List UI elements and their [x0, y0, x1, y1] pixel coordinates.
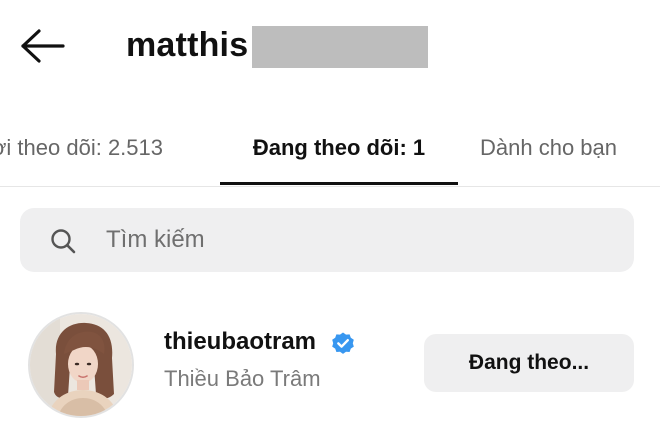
follow-tabs: ời theo dõi: 2.513 Đang theo dõi: 1 Dành… [0, 112, 660, 187]
avatar[interactable] [28, 312, 134, 418]
list-item[interactable]: thieubaotram Thiều Bảo Trâm Đang theo... [0, 300, 660, 443]
following-button[interactable]: Đang theo... [424, 334, 634, 392]
tab-following[interactable]: Đang theo dõi: 1 [220, 112, 458, 184]
verified-badge-icon [332, 332, 354, 354]
tab-followers[interactable]: ời theo dõi: 2.513 [0, 112, 163, 184]
user-full-name: Thiều Bảo Trâm [164, 366, 321, 391]
arrow-left-icon [21, 29, 65, 63]
search-input[interactable] [106, 218, 606, 262]
redacted-username-block [252, 26, 428, 68]
active-tab-indicator [220, 182, 458, 185]
user-handle[interactable]: thieubaotram [164, 328, 316, 356]
back-button[interactable] [18, 26, 66, 66]
search-icon [51, 229, 76, 254]
tab-for-you[interactable]: Dành cho bạn [480, 112, 617, 184]
profile-username: matthis [126, 26, 249, 64]
search-bar[interactable] [20, 208, 634, 272]
profile-header: matthis [0, 0, 660, 96]
profile-photo-icon [30, 314, 132, 416]
